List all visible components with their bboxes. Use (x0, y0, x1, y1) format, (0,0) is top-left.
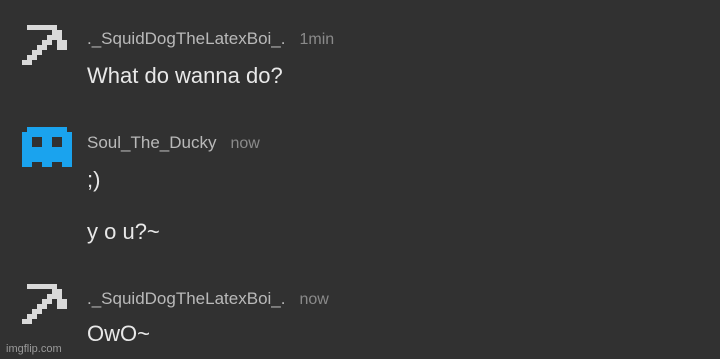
timestamp: now (299, 291, 329, 308)
message-text: y o u?~ (87, 219, 160, 244)
pickaxe-icon[interactable] (22, 279, 72, 329)
message-text: ;) (87, 167, 101, 192)
message-header: ._SquidDogTheLatexBoi_. 1min (87, 29, 334, 49)
message-text: OwO~ (87, 321, 150, 346)
username[interactable]: ._SquidDogTheLatexBoi_. (87, 289, 285, 308)
watermark: imgflip.com (6, 343, 62, 355)
message-header: Soul_The_Ducky now (87, 133, 260, 153)
timestamp: now (230, 135, 260, 152)
username[interactable]: Soul_The_Ducky (87, 133, 216, 152)
message-text: What do wanna do? (87, 63, 283, 88)
timestamp: 1min (299, 31, 335, 48)
pickaxe-icon[interactable] (22, 20, 72, 70)
ghost-icon[interactable] (22, 122, 72, 172)
message-header: ._SquidDogTheLatexBoi_. now (87, 289, 329, 309)
username[interactable]: ._SquidDogTheLatexBoi_. (87, 29, 285, 48)
